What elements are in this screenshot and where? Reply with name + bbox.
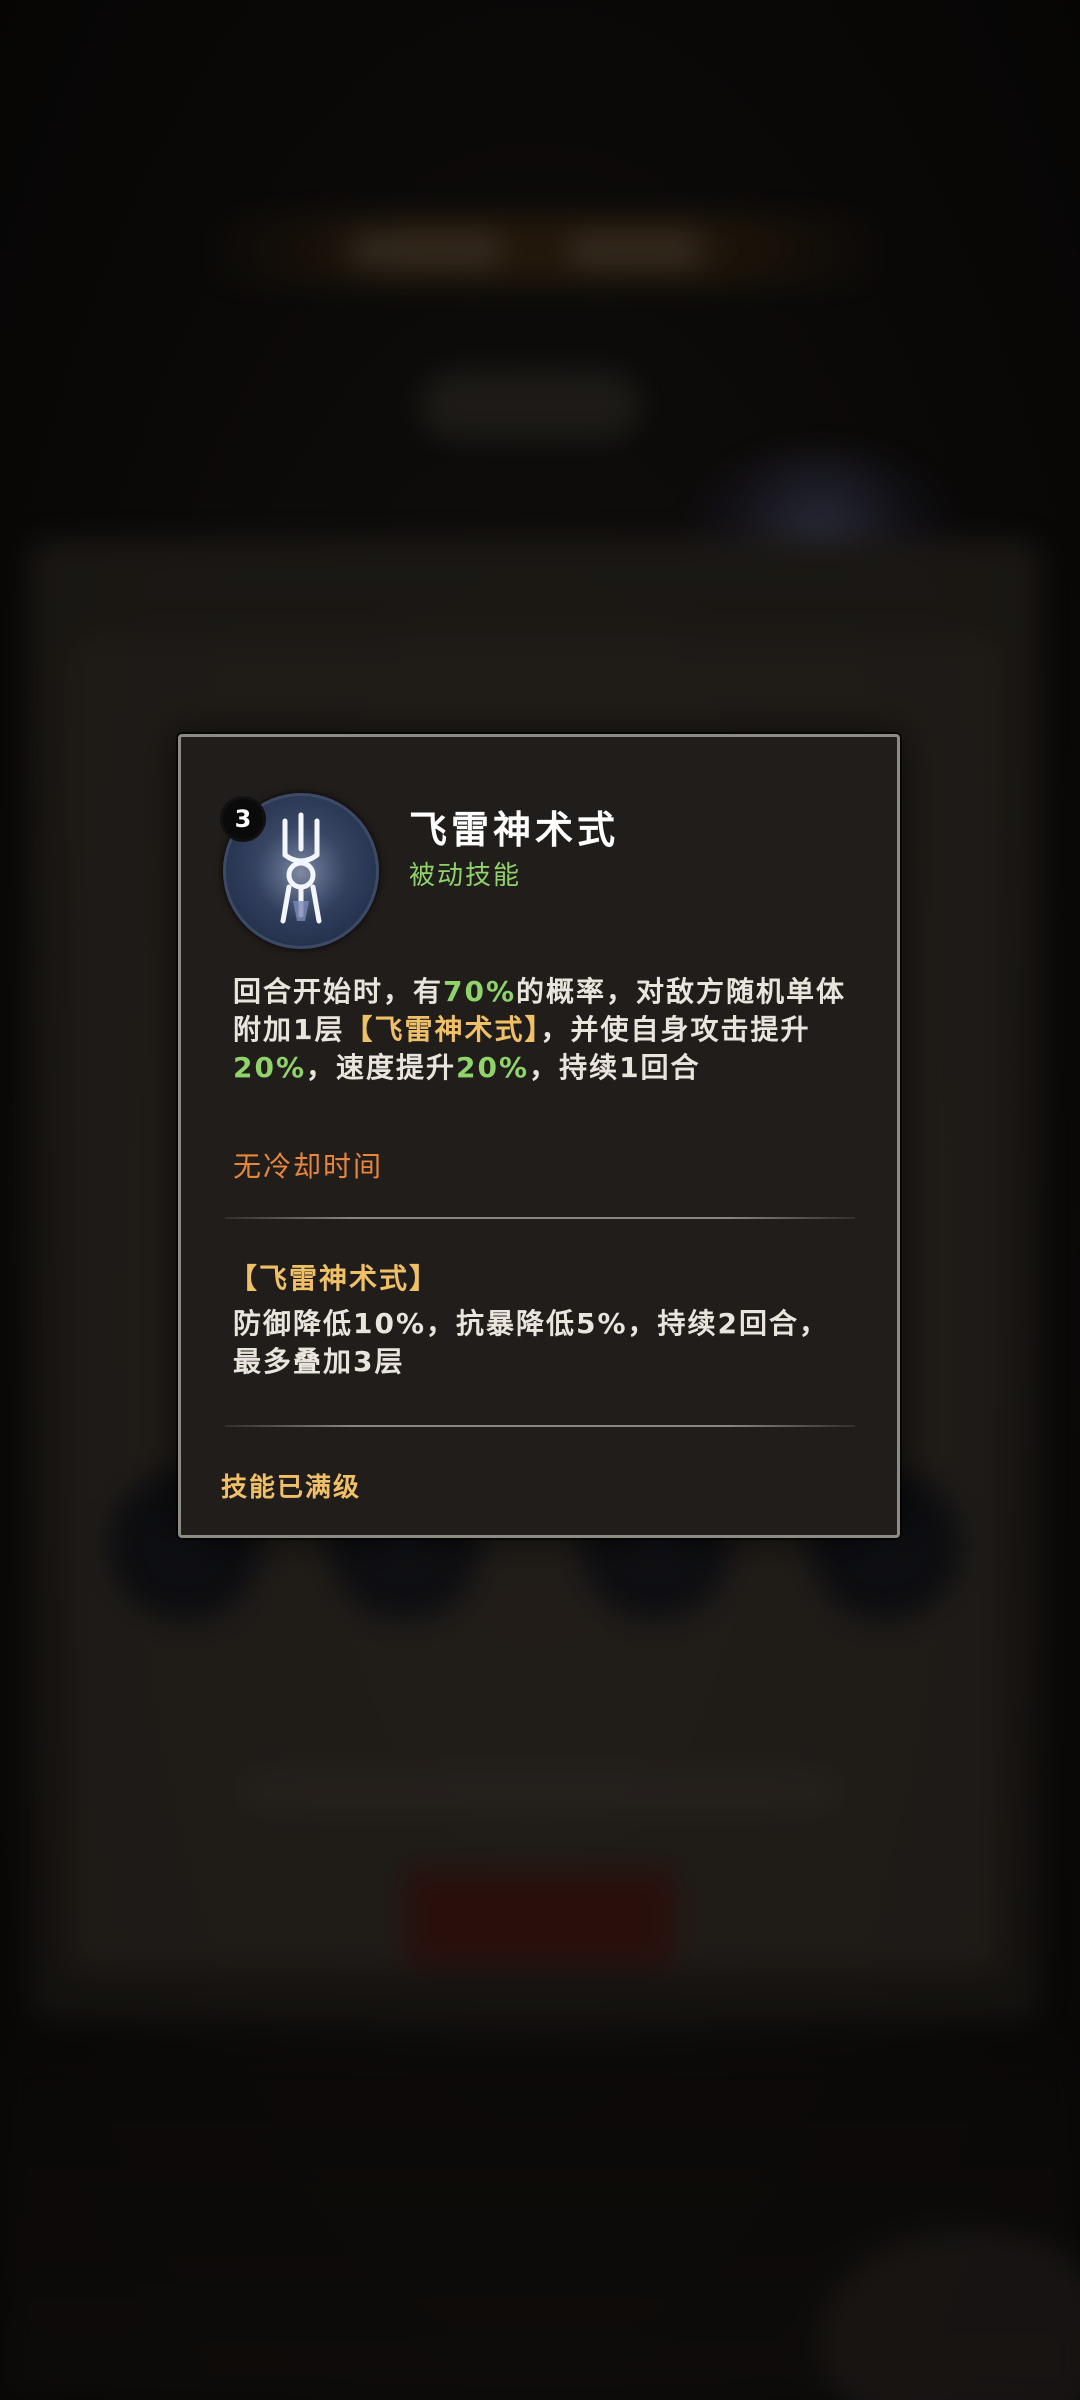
effect-tag: 【飞雷神术式】 [344, 1013, 541, 1046]
skill-name: 飞雷神术式 [409, 808, 620, 852]
effect-name: 【飞雷神术式】 [229, 1262, 440, 1295]
skill-description-text: ，速度提升 [306, 1051, 457, 1084]
effect-description: 防御降低10%，抗暴降低5%，持续2回合，最多叠加3层 [233, 1307, 830, 1378]
game-screen: 3 飞雷神术式 被动技能 回合开始时，有70%的概率，对敌方随机单体附加1层【飞… [0, 0, 1080, 2400]
skill-max-level-status: 技能已满级 [221, 1473, 362, 1503]
skill-description-text: ，并使自身攻击提升 [540, 1013, 811, 1046]
divider [225, 1425, 855, 1427]
skill-level-badge: 3 [223, 799, 263, 839]
skill-description-text: 回合开始时，有 [233, 975, 444, 1008]
skill-description-text: ，持续1回合 [529, 1051, 701, 1084]
attack-boost-value: 20% [233, 1051, 307, 1084]
skill-type: 被动技能 [409, 861, 522, 891]
cooldown-text: 无冷却时间 [233, 1150, 384, 1183]
speed-boost-value: 20% [456, 1051, 530, 1084]
trigger-rate: 70% [443, 975, 517, 1008]
skill-level-number: 3 [234, 805, 252, 833]
divider [225, 1217, 855, 1219]
skill-description: 回合开始时，有70%的概率，对敌方随机单体附加1层【飞雷神术式】，并使自身攻击提… [233, 973, 855, 1087]
skill-tooltip-card: 3 飞雷神术式 被动技能 回合开始时，有70%的概率，对敌方随机单体附加1层【飞… [178, 734, 900, 1538]
